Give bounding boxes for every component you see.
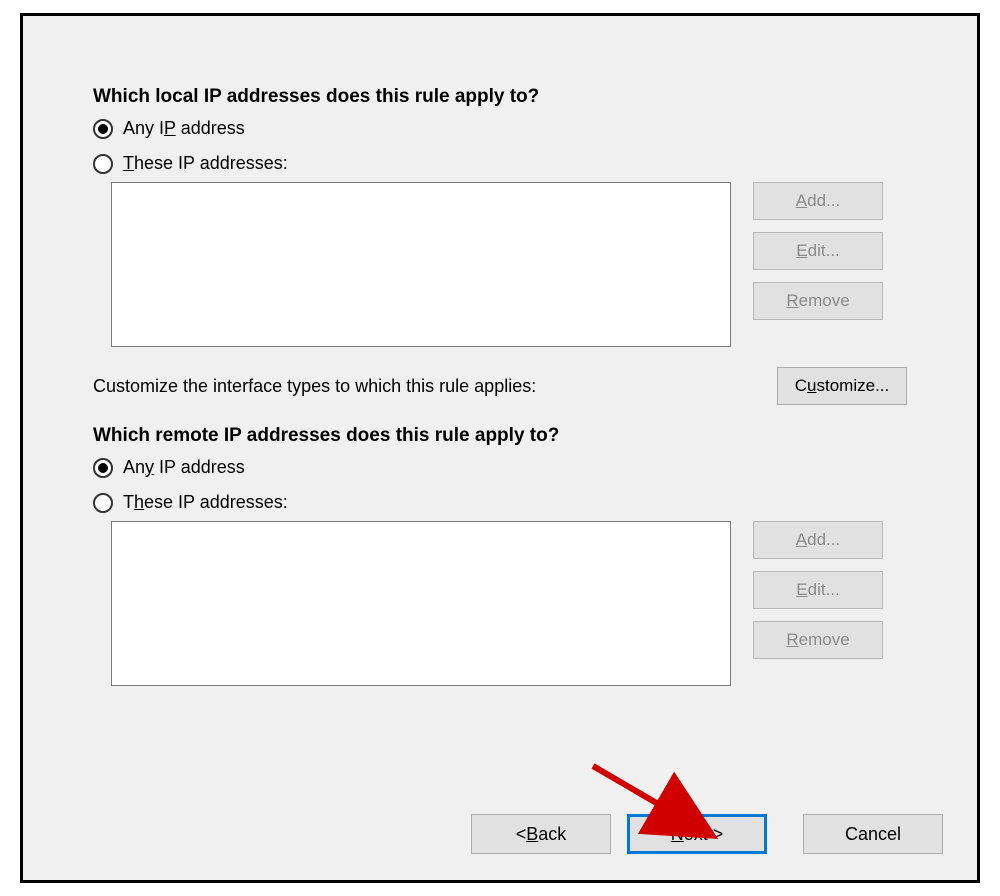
customize-row: Customize the interface types to which t… — [93, 367, 907, 405]
customize-button[interactable]: Customize... — [777, 367, 907, 405]
remote-these-ip-radio[interactable]: These IP addresses: — [93, 492, 907, 513]
remote-edit-button: Edit... — [753, 571, 883, 609]
remote-buttons: Add... Edit... Remove — [753, 521, 883, 686]
wizard-buttons: < Back Next > Cancel — [471, 814, 943, 854]
remote-any-ip-label: Any IP address — [123, 457, 245, 478]
remote-ip-listbox[interactable] — [111, 521, 731, 686]
cancel-button[interactable]: Cancel — [803, 814, 943, 854]
local-heading: Which local IP addresses does this rule … — [93, 86, 907, 108]
next-button[interactable]: Next > — [627, 814, 767, 854]
local-add-button: Add... — [753, 182, 883, 220]
local-remove-button: Remove — [753, 282, 883, 320]
back-button[interactable]: < Back — [471, 814, 611, 854]
local-ip-listbox[interactable] — [111, 182, 731, 347]
radio-icon — [93, 493, 113, 513]
remote-any-ip-radio[interactable]: Any IP address — [93, 457, 907, 478]
remote-heading: Which remote IP addresses does this rule… — [93, 425, 907, 447]
remote-these-ip-label: These IP addresses: — [123, 492, 288, 513]
local-any-ip-label: Any IP address — [123, 118, 245, 139]
local-edit-button: Edit... — [753, 232, 883, 270]
local-any-ip-radio[interactable]: Any IP address — [93, 118, 907, 139]
local-these-ip-radio[interactable]: These IP addresses: — [93, 153, 907, 174]
local-these-ip-label: These IP addresses: — [123, 153, 288, 174]
local-list-area: Add... Edit... Remove — [111, 182, 907, 347]
remote-list-area: Add... Edit... Remove — [111, 521, 907, 686]
local-buttons: Add... Edit... Remove — [753, 182, 883, 347]
radio-icon — [93, 458, 113, 478]
radio-icon — [93, 154, 113, 174]
remote-add-button: Add... — [753, 521, 883, 559]
radio-icon — [93, 119, 113, 139]
dialog-panel: Which local IP addresses does this rule … — [20, 13, 980, 883]
remote-remove-button: Remove — [753, 621, 883, 659]
customize-text: Customize the interface types to which t… — [93, 376, 536, 397]
